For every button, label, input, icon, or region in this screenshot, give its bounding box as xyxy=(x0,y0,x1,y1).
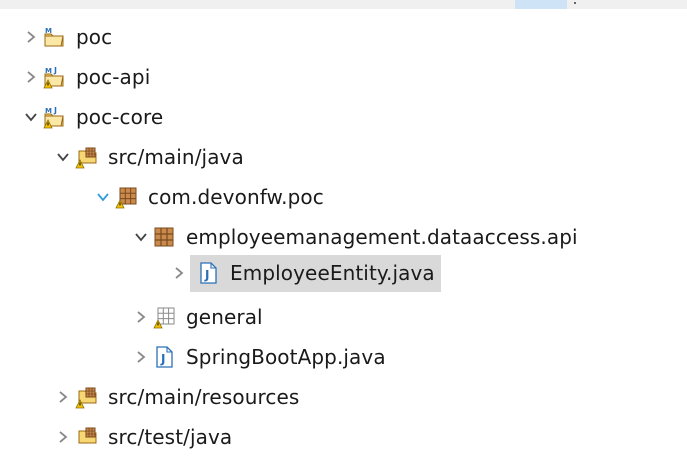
svg-text:M: M xyxy=(45,107,52,115)
tree-item-src-test-java[interactable]: src/test/java xyxy=(56,417,238,457)
chevron-down-icon[interactable] xyxy=(96,177,110,217)
tree-item-label: src/main/java xyxy=(108,145,244,169)
java-file-icon: J xyxy=(152,345,176,369)
chevron-right-icon[interactable] xyxy=(56,377,70,417)
chevron-right-icon[interactable] xyxy=(134,297,148,337)
svg-text:M: M xyxy=(45,67,52,75)
tree-item-label: poc-api xyxy=(76,65,151,89)
chevron-right-icon[interactable] xyxy=(134,337,148,377)
java-file-icon: J xyxy=(196,261,220,285)
tree-item-springbootapp-java[interactable]: J SpringBootApp.java xyxy=(134,337,392,377)
tree-item-label: general xyxy=(186,305,263,329)
chevron-right-icon[interactable] xyxy=(24,17,38,57)
maven-project-icon: M xyxy=(42,25,66,49)
package-warning-icon xyxy=(114,185,138,209)
tree-item-label: poc xyxy=(76,25,113,49)
tree-item-label: EmployeeEntity.java xyxy=(230,261,435,285)
tree-item-poc-api[interactable]: M J poc-api xyxy=(24,57,156,97)
svg-text:J: J xyxy=(53,106,57,115)
package-icon xyxy=(152,225,176,249)
package-warning-icon xyxy=(152,305,176,329)
tree-item-src-main-java[interactable]: src/main/java xyxy=(56,137,250,177)
tree-item-label: employeemanagement.dataaccess.api xyxy=(186,225,578,249)
chevron-right-icon[interactable] xyxy=(56,417,70,457)
tree-item-label: poc-core xyxy=(76,105,164,129)
tree-item-poc-core[interactable]: M J poc-core xyxy=(24,97,169,137)
maven-project-warning-icon: M J xyxy=(42,65,66,89)
tree-item-label: com.devonfw.poc xyxy=(148,185,324,209)
chevron-right-icon[interactable] xyxy=(24,57,38,97)
tree-item-com-devonfw-poc[interactable]: com.devonfw.poc xyxy=(96,177,330,217)
source-folder-warning-icon xyxy=(74,145,98,169)
tree-item-label: src/main/resources xyxy=(108,385,300,409)
svg-text:M: M xyxy=(45,27,52,35)
svg-text:J: J xyxy=(160,352,165,366)
source-folder-warning-icon xyxy=(74,385,98,409)
tree-item-label: SpringBootApp.java xyxy=(186,345,386,369)
chevron-down-icon[interactable] xyxy=(56,137,70,177)
tree-item-src-main-resources[interactable]: src/main/resources xyxy=(56,377,305,417)
svg-text:J: J xyxy=(204,268,209,282)
tree-item-employeemanagement-package[interactable]: employeemanagement.dataaccess.api xyxy=(134,217,584,257)
source-folder-icon xyxy=(74,425,98,449)
tree-item-general[interactable]: general xyxy=(134,297,269,337)
project-explorer-tree[interactable]: M poc M J poc-api M J poc-core src/main/… xyxy=(0,0,687,450)
tree-item-employeeentity-java[interactable]: J EmployeeEntity.java xyxy=(172,253,441,293)
chevron-down-icon[interactable] xyxy=(134,217,148,257)
tree-item-poc[interactable]: M poc xyxy=(24,17,118,57)
svg-text:J: J xyxy=(53,66,57,75)
chevron-right-icon[interactable] xyxy=(172,253,186,293)
maven-project-warning-icon: M J xyxy=(42,105,66,129)
chevron-down-icon[interactable] xyxy=(24,97,38,137)
tree-item-label: src/test/java xyxy=(108,425,233,449)
